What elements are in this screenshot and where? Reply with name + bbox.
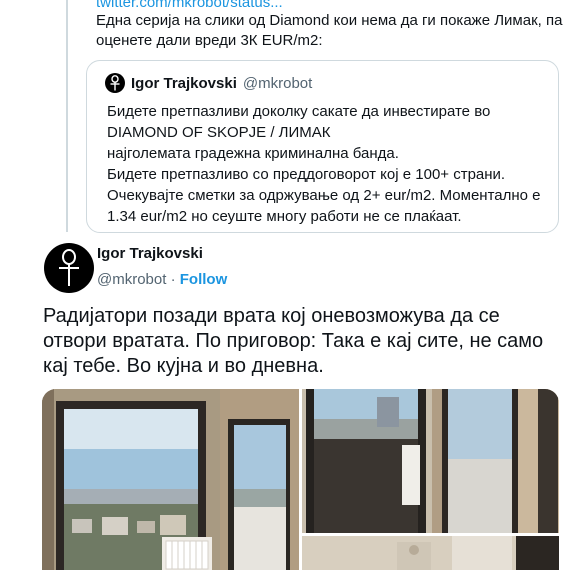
previous-tweet-text: Една серија на слики од Diamond кои нема… xyxy=(96,12,563,49)
quoted-line: Бидете претпазливи доколку сакате да инв… xyxy=(107,103,491,120)
ankh-icon xyxy=(110,75,120,91)
quoted-line: 1.34 eur/m2 но сеуште многу работи не се… xyxy=(107,208,462,225)
quoted-line: DIAMOND OF SKOPJE / ЛИМАК xyxy=(107,124,331,141)
quoted-tweet-text: Бидете претпазливи доколку сакате да инв… xyxy=(107,101,547,227)
follow-button[interactable]: Follow xyxy=(180,271,228,288)
quoted-author-handle: @mkrobot xyxy=(242,74,313,92)
author-avatar[interactable] xyxy=(44,243,94,293)
quoted-line: најголемата градежна криминална банда. xyxy=(107,145,399,162)
photo-window-radiator-image xyxy=(42,389,299,570)
quoted-author-name: Igor Trajkovski xyxy=(131,74,237,92)
photo-window-radiator[interactable] xyxy=(42,389,299,570)
tweet-text: Радијатори позади врата кој оневозможува… xyxy=(43,304,573,379)
author-meta: @mkrobot · Follow xyxy=(97,271,227,288)
photo-interior-wall-image xyxy=(302,536,559,570)
photo-balcony-door-image xyxy=(302,389,559,533)
tweet-line: отвори вратата. По пригoвор: Така е кај … xyxy=(43,330,544,352)
tweet-line: кај тебе. Во кујна и во дневна. xyxy=(43,355,324,377)
previous-tweet-link[interactable]: twitter.com/mkrobot/status... xyxy=(96,0,283,11)
quoted-tweet-card[interactable]: Igor Trajkovski @mkrobot Бидете претпазл… xyxy=(86,60,559,233)
media-grid xyxy=(42,389,559,570)
quoted-tweet-header: Igor Trajkovski @mkrobot xyxy=(105,73,312,93)
separator-dot: · xyxy=(170,271,176,288)
photo-interior-wall[interactable] xyxy=(302,536,559,570)
author-name[interactable]: Igor Trajkovski xyxy=(97,245,203,262)
quoted-line: Бидете претпазливо со преддоговорот кој … xyxy=(107,166,506,183)
photo-balcony-door[interactable] xyxy=(302,389,559,533)
ankh-icon xyxy=(59,249,79,286)
tweet-line: Радијатори позади врата кој оневозможува… xyxy=(43,305,500,327)
author-handle[interactable]: @mkrobot xyxy=(97,271,166,288)
quoted-line: Очекувајте сметки за одржување од 2+ eur… xyxy=(107,187,541,204)
quoted-avatar[interactable] xyxy=(105,73,125,93)
thread-connector-line xyxy=(66,0,68,232)
